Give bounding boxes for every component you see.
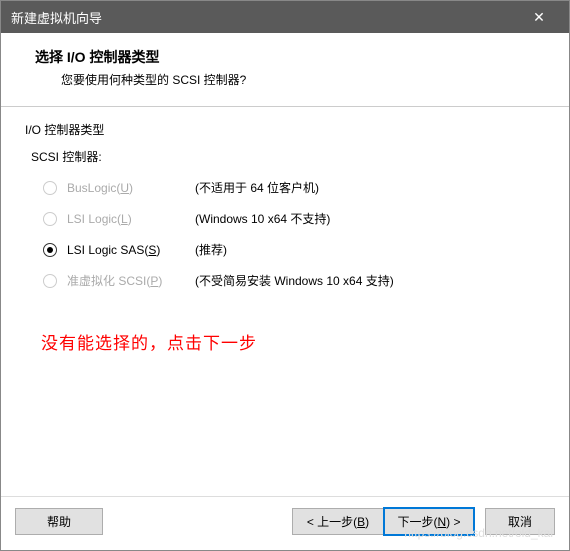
option-note: (不受简易安装 Windows 10 x64 支持) [195, 272, 394, 289]
scsi-label: SCSI 控制器: [31, 148, 545, 165]
content-area: I/O 控制器类型 SCSI 控制器: BusLogic(U) (不适用于 64… [1, 107, 569, 364]
radio-group: BusLogic(U) (不适用于 64 位客户机) LSI Logic(L) … [43, 179, 545, 289]
page-subtitle: 您要使用何种类型的 SCSI 控制器? [61, 71, 549, 88]
option-label[interactable]: LSI Logic SAS(S) [67, 243, 177, 257]
close-icon[interactable]: ✕ [519, 9, 559, 26]
option-lsilogic: LSI Logic(L) (Windows 10 x64 不支持) [43, 210, 545, 227]
radio-icon [43, 212, 57, 226]
radio-icon[interactable] [43, 243, 57, 257]
option-lsisas[interactable]: LSI Logic SAS(S) (推荐) [43, 241, 545, 258]
help-button[interactable]: 帮助 [15, 508, 103, 535]
option-buslogic: BusLogic(U) (不适用于 64 位客户机) [43, 179, 545, 196]
cancel-button[interactable]: 取消 [485, 508, 555, 535]
back-button[interactable]: < 上一步(B) [292, 508, 384, 535]
annotation-text: 没有能选择的，点击下一步 [41, 329, 545, 354]
next-button[interactable]: 下一步(N) > [383, 507, 475, 536]
option-paravirt: 准虚拟化 SCSI(P) (不受简易安装 Windows 10 x64 支持) [43, 272, 545, 289]
radio-icon [43, 274, 57, 288]
page-title: 选择 I/O 控制器类型 [35, 47, 549, 67]
titlebar: 新建虚拟机向导 ✕ [1, 1, 569, 33]
option-label: BusLogic(U) [67, 181, 177, 195]
wizard-header: 选择 I/O 控制器类型 您要使用何种类型的 SCSI 控制器? [1, 33, 569, 107]
window-title: 新建虚拟机向导 [11, 8, 519, 27]
group-label: I/O 控制器类型 [25, 121, 545, 138]
radio-icon [43, 181, 57, 195]
option-note: (推荐) [195, 241, 227, 258]
footer: 帮助 < 上一步(B) 下一步(N) > 取消 [1, 496, 569, 550]
option-note: (不适用于 64 位客户机) [195, 179, 319, 196]
option-note: (Windows 10 x64 不支持) [195, 210, 330, 227]
option-label: 准虚拟化 SCSI(P) [67, 272, 177, 289]
option-label: LSI Logic(L) [67, 212, 177, 226]
